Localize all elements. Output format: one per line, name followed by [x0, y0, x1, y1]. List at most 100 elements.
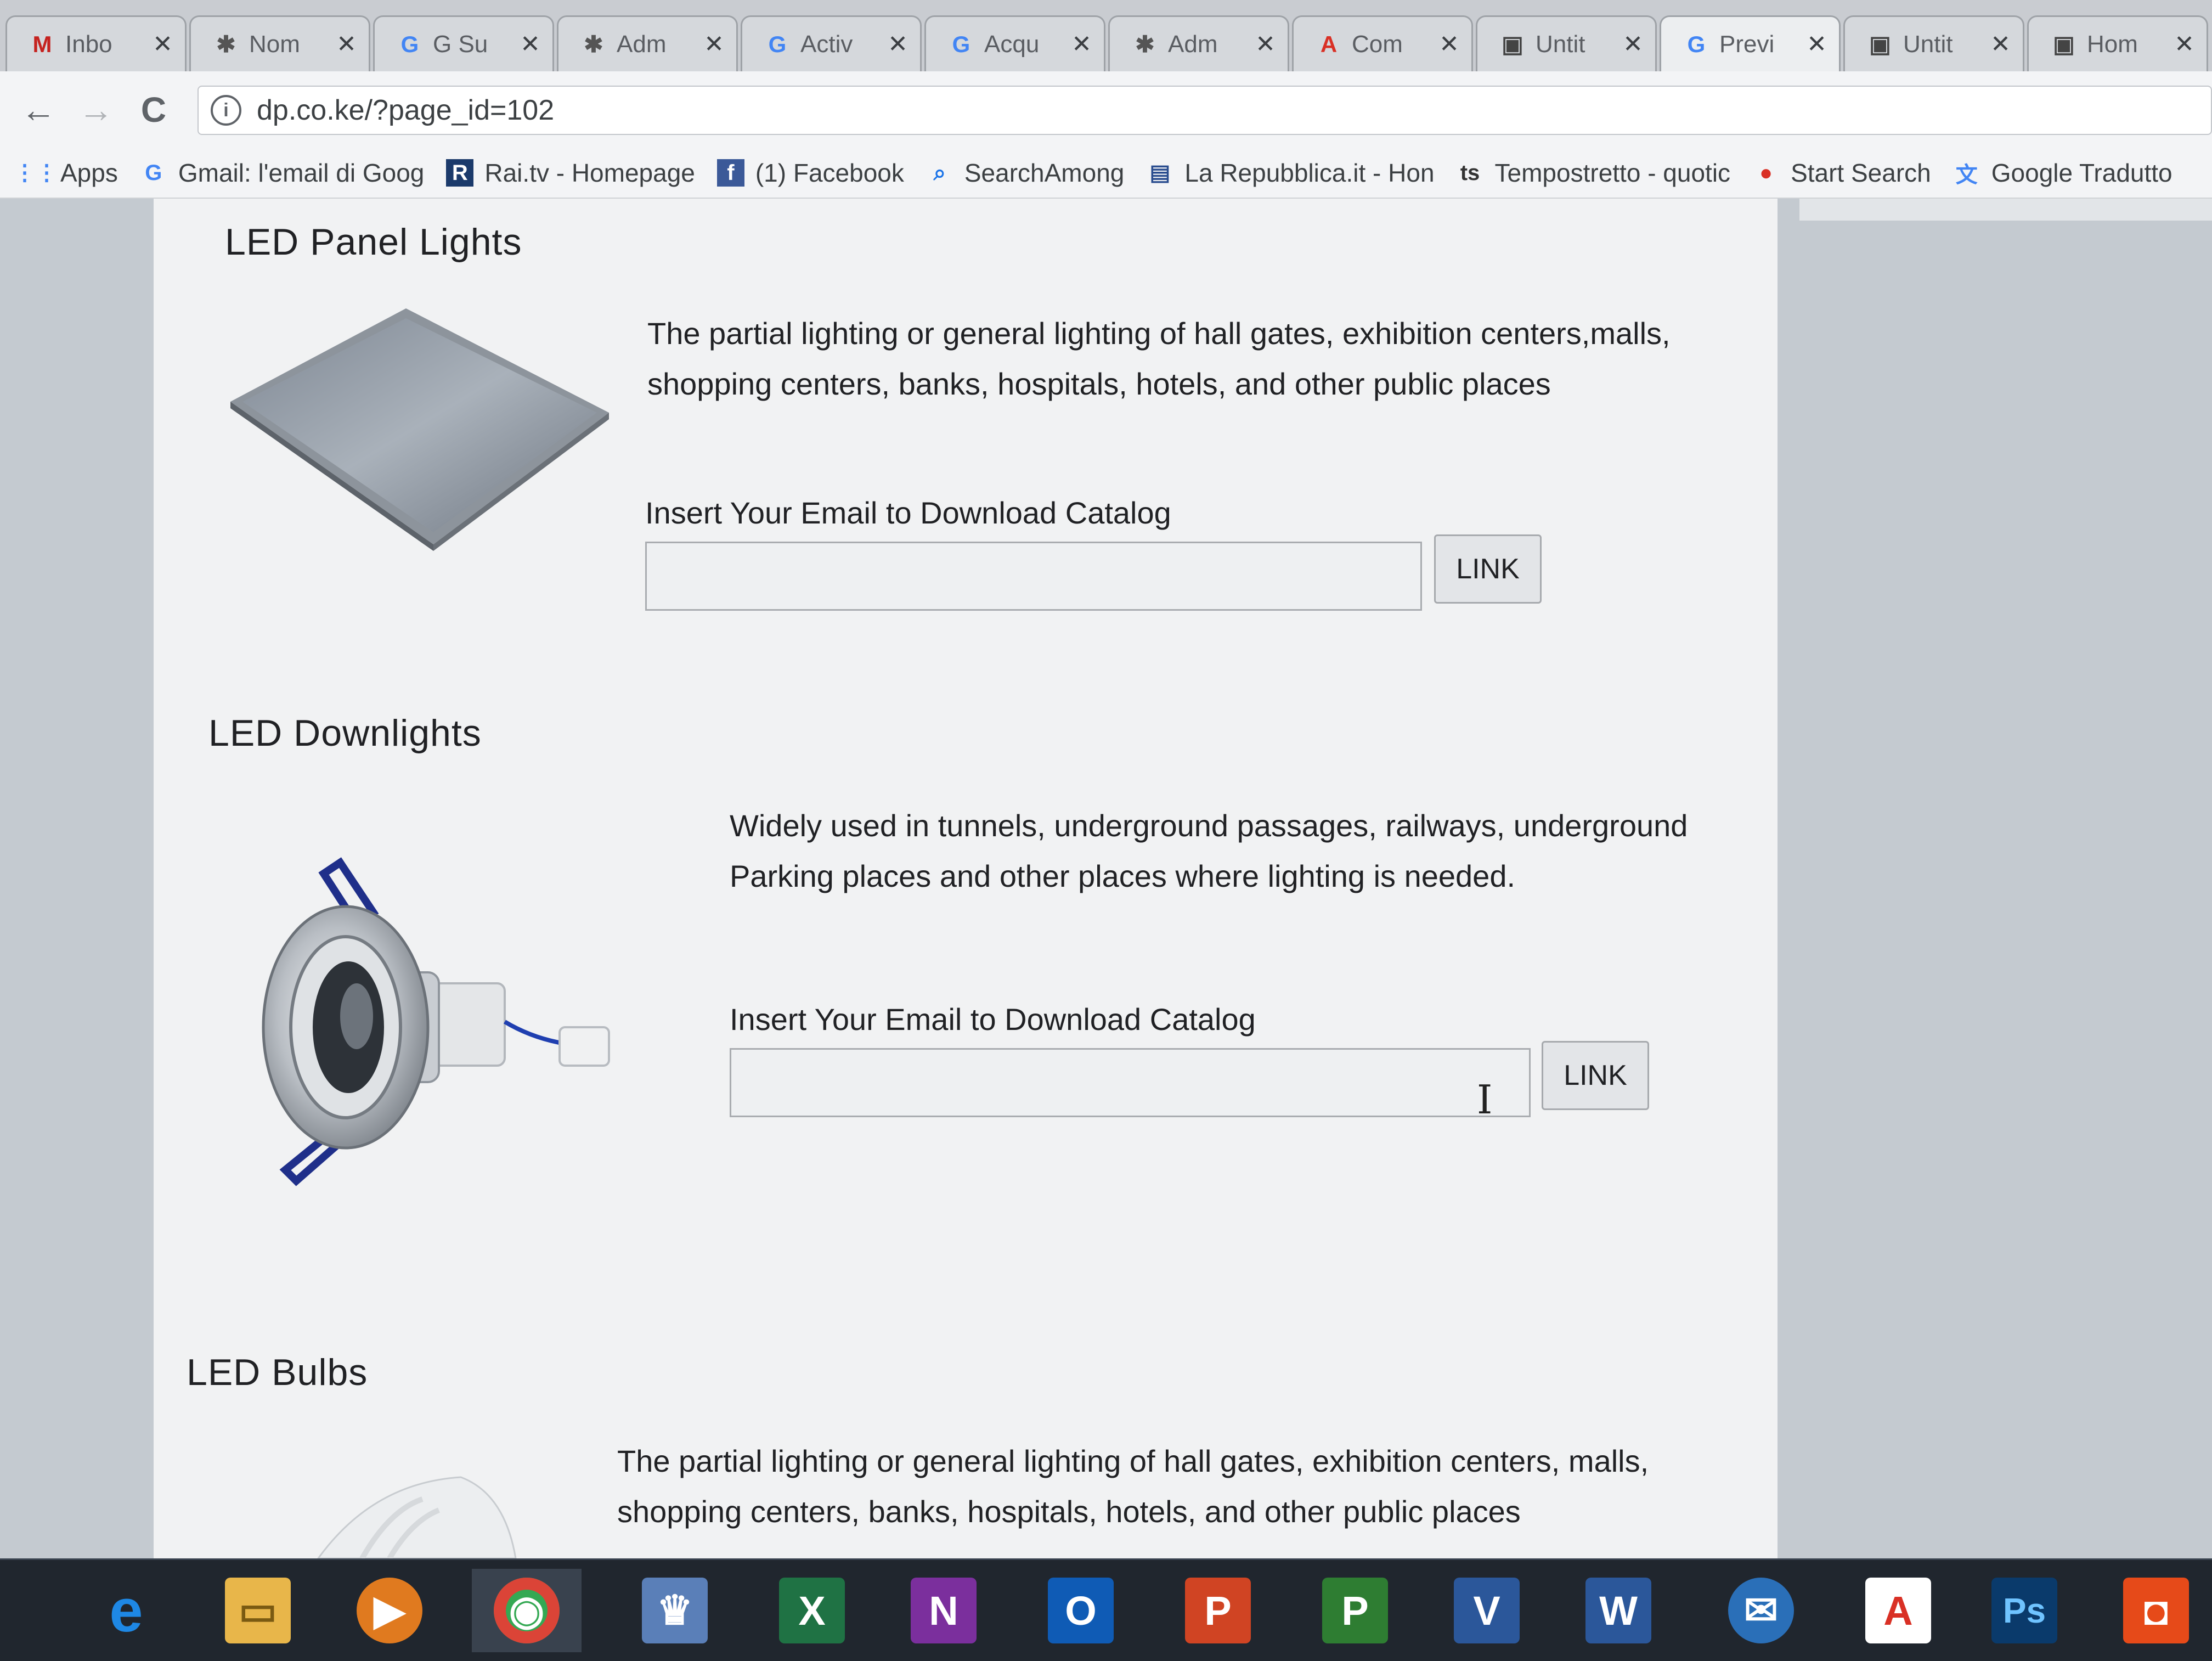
tab[interactable]: M Inbo ✕: [5, 15, 187, 71]
bookmark-label: Gmail: l'email di Goog: [178, 159, 425, 187]
description-line: The partial lighting or general lighting…: [617, 1444, 1649, 1478]
bookmark-label: (1) Facebook: [755, 159, 904, 187]
close-icon[interactable]: ✕: [888, 30, 908, 58]
taskbar-app-word[interactable]: W: [1564, 1569, 1673, 1652]
taskbar-app-project[interactable]: P: [1300, 1569, 1410, 1652]
bookmark-gmail[interactable]: G Gmail: l'email di Goog: [140, 158, 425, 188]
tab-active[interactable]: G Previ ✕: [1660, 15, 1841, 71]
taskbar-app-onenote[interactable]: N: [889, 1569, 998, 1652]
tab-title: Adm: [617, 30, 667, 58]
tab[interactable]: ✱ Nom ✕: [189, 15, 370, 71]
close-icon[interactable]: ✕: [336, 30, 357, 58]
tab[interactable]: ▣ Untit ✕: [1476, 15, 1657, 71]
bookmark-tempostretto[interactable]: ts Tempostretto - quotic: [1457, 158, 1730, 188]
google-icon: G: [1687, 31, 1706, 57]
plugin-icon: ✱: [216, 31, 236, 57]
close-icon[interactable]: ✕: [1807, 30, 1827, 58]
forward-arrow-icon[interactable]: →: [74, 88, 118, 132]
tab[interactable]: ✱ Adm ✕: [1108, 15, 1289, 71]
close-icon[interactable]: ✕: [704, 30, 724, 58]
taskbar-app-photoshop[interactable]: Ps: [1970, 1569, 2079, 1652]
tab[interactable]: ✱ Adm ✕: [557, 15, 738, 71]
tab[interactable]: G Activ ✕: [741, 15, 922, 71]
tab-strip: M Inbo ✕ ✱ Nom ✕ G G Su ✕ ✱ Adm ✕ G Acti…: [0, 0, 2212, 72]
ie-icon: e: [109, 1576, 143, 1645]
sidebar-strip: [1799, 199, 2212, 221]
description-line: shopping centers, banks, hospitals, hote…: [617, 1494, 1521, 1529]
back-arrow-icon[interactable]: ←: [16, 88, 60, 132]
taskbar-app-store[interactable]: ♛: [620, 1569, 730, 1652]
tab-title: Com: [1352, 30, 1403, 58]
bookmark-facebook[interactable]: f (1) Facebook: [716, 158, 904, 188]
thunderbird-icon: ✉: [1728, 1578, 1794, 1643]
bookmark-start-search[interactable]: ● Start Search: [1752, 158, 1931, 188]
translate-icon: 文: [1955, 163, 1978, 187]
bookmark-google-translate[interactable]: 文 Google Tradutto: [1953, 158, 2172, 188]
close-icon[interactable]: ✕: [2174, 30, 2194, 58]
acrobat-icon: A: [1320, 31, 1338, 57]
tab[interactable]: G G Su ✕: [373, 15, 554, 71]
taskbar-app-outlook[interactable]: O: [1026, 1569, 1136, 1652]
tab[interactable]: G Acqu ✕: [924, 15, 1105, 71]
taskbar-app-media-player[interactable]: ▶: [335, 1569, 444, 1652]
bookmark-label: Apps: [60, 159, 118, 187]
magnifier-icon: ⌕: [933, 160, 946, 185]
taskbar-app-visio[interactable]: V: [1432, 1569, 1542, 1652]
bookmark-label: La Repubblica.it - Hon: [1184, 159, 1435, 187]
close-icon[interactable]: ✕: [1990, 30, 2011, 58]
email-field[interactable]: [730, 1048, 1531, 1117]
close-icon[interactable]: ✕: [1623, 30, 1643, 58]
outlook-icon: O: [1048, 1578, 1114, 1643]
page-viewport: LED Panel Lights The partial lighting or…: [0, 199, 2212, 1558]
tab[interactable]: ▣ Hom ✕: [2027, 15, 2208, 71]
close-icon[interactable]: ✕: [1439, 30, 1459, 58]
office-icon: ◘: [2123, 1578, 2189, 1643]
search-bubble-icon: ●: [1759, 160, 1773, 185]
tab-title: Nom: [249, 30, 300, 58]
info-icon[interactable]: i: [211, 95, 241, 126]
taskbar-app-office[interactable]: ◘: [2101, 1569, 2211, 1652]
facebook-icon: f: [716, 159, 744, 187]
close-icon[interactable]: ✕: [520, 30, 540, 58]
text-cursor-icon: I: [1477, 1077, 1493, 1123]
close-icon[interactable]: ✕: [1071, 30, 1092, 58]
tab-title: Activ: [800, 30, 853, 58]
bookmark-label: Rai.tv - Homepage: [484, 159, 695, 187]
description-line: The partial lighting or general lighting…: [647, 316, 1671, 351]
taskbar-app-thunderbird[interactable]: ✉: [1706, 1569, 1816, 1652]
close-icon[interactable]: ✕: [1255, 30, 1276, 58]
close-icon[interactable]: ✕: [153, 30, 173, 58]
taskbar-app-powerpoint[interactable]: P: [1163, 1569, 1273, 1652]
google-icon: G: [400, 31, 419, 57]
link-button[interactable]: LINK: [1542, 1041, 1649, 1110]
taskbar-app-acrobat[interactable]: A: [1843, 1569, 1953, 1652]
taskbar-app-file-explorer[interactable]: ▭: [203, 1569, 313, 1652]
description-line: Widely used in tunnels, underground pass…: [730, 808, 1688, 843]
tab[interactable]: A Com ✕: [1292, 15, 1473, 71]
tab[interactable]: ▣ Untit ✕: [1843, 15, 2024, 71]
apps-grid-icon: ⋮⋮: [14, 161, 58, 185]
excel-icon: X: [779, 1578, 845, 1643]
taskbar-app-ie[interactable]: e: [71, 1569, 181, 1652]
taskbar-app-chrome[interactable]: ◉: [472, 1569, 582, 1652]
link-button[interactable]: LINK: [1434, 534, 1542, 604]
email-field[interactable]: [645, 542, 1422, 611]
email-field-label: Insert Your Email to Download Catalog: [645, 496, 1171, 530]
led-panel-image: [230, 308, 609, 551]
taskbar-app-excel[interactable]: X: [757, 1569, 867, 1652]
reload-icon[interactable]: C: [132, 88, 176, 132]
bookmark-repubblica[interactable]: ▤ La Repubblica.it - Hon: [1146, 158, 1434, 188]
address-bar[interactable]: i dp.co.ke/?page_id=102: [198, 86, 2212, 135]
bookmark-rai[interactable]: R Rai.tv - Homepage: [446, 158, 695, 188]
section-title-led-bulbs: LED Bulbs: [187, 1352, 368, 1393]
bookmark-apps[interactable]: ⋮⋮ Apps: [14, 158, 118, 188]
acrobat-icon: A: [1865, 1578, 1931, 1643]
bookmark-searchamong[interactable]: ⌕ SearchAmong: [926, 158, 1125, 188]
bookmark-label: SearchAmong: [964, 159, 1125, 187]
section-description: The partial lighting or general lighting…: [647, 308, 1671, 409]
section-description: The partial lighting or general lighting…: [617, 1436, 1649, 1537]
tab-title: Untit: [1536, 30, 1585, 58]
media-player-icon: ▶: [357, 1578, 422, 1643]
description-line: shopping centers, banks, hospitals, hote…: [647, 367, 1551, 401]
section-description: Widely used in tunnels, underground pass…: [730, 801, 1688, 902]
